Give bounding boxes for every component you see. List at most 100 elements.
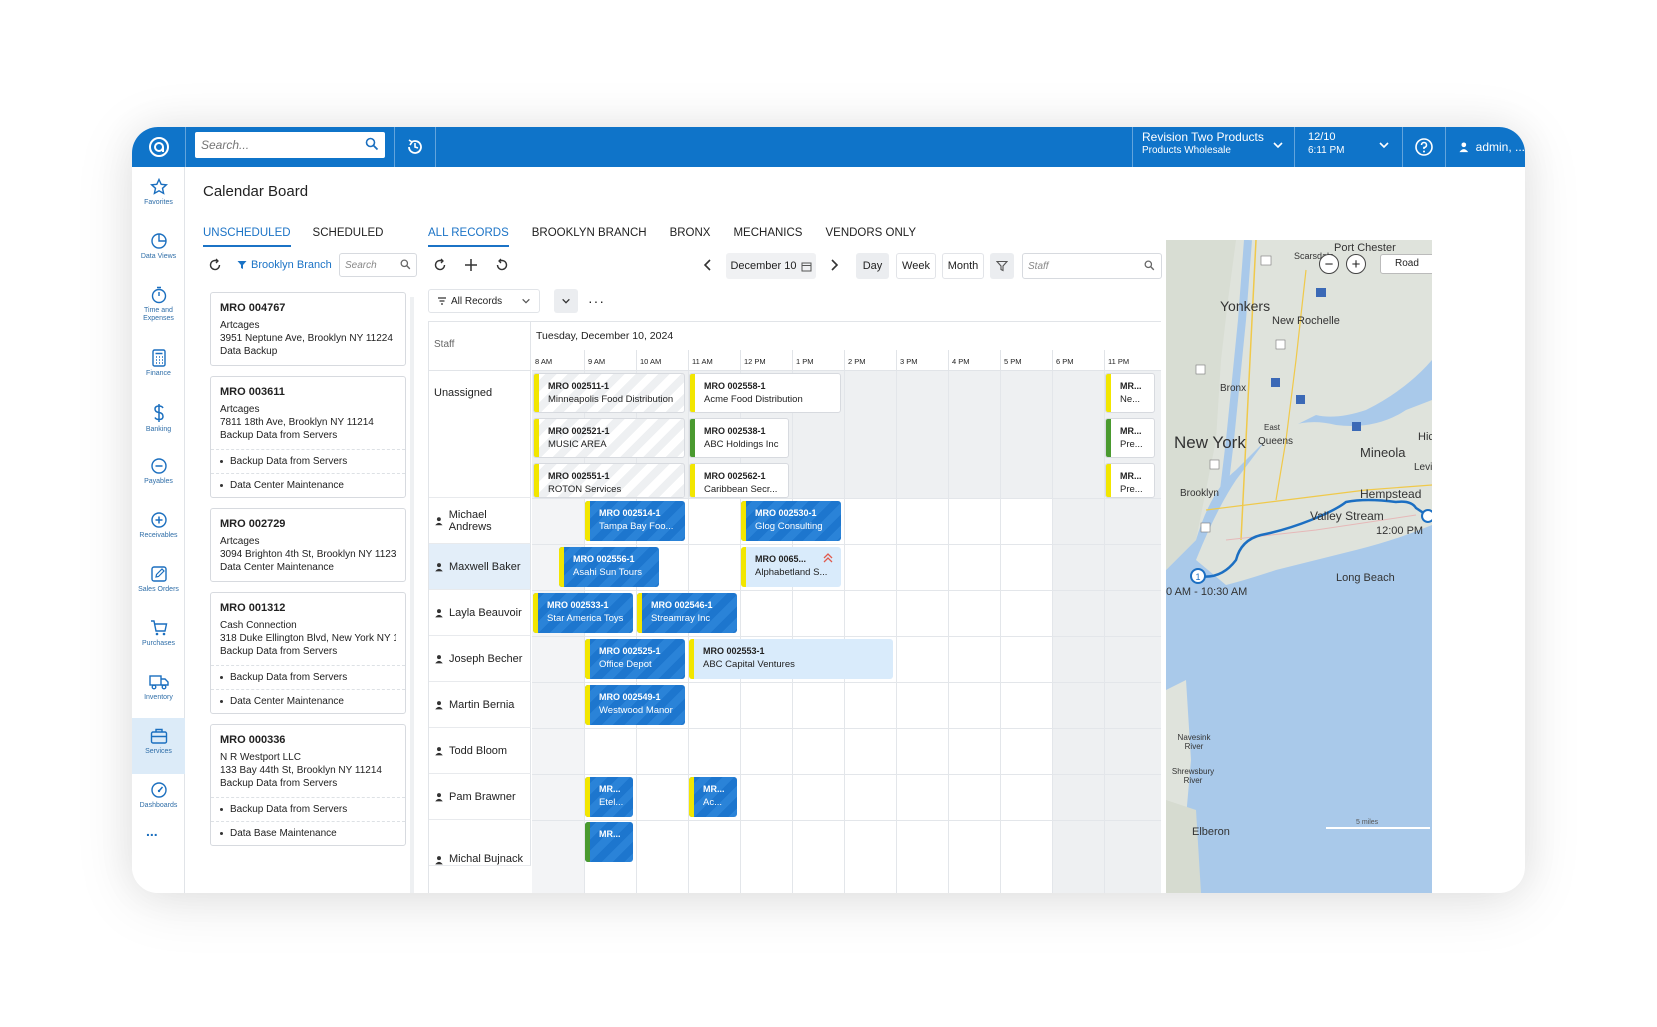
appointment-card[interactable]: MR... Pre... (1105, 418, 1155, 458)
appointment-card[interactable]: MRO 002551-1 ROTON Services (533, 463, 685, 498)
expand-button[interactable] (554, 289, 578, 313)
nav-more-button[interactable]: ... (146, 823, 158, 839)
appointment-item[interactable]: Data Base Maintenance (211, 821, 405, 845)
view-week-button[interactable]: Week (896, 253, 936, 279)
nav-services[interactable]: Services (132, 718, 185, 774)
appointment-item[interactable]: Data Center Maintenance (211, 689, 405, 713)
user-menu[interactable]: admin, ... (1448, 127, 1525, 167)
appointment-card[interactable]: MRO 002533-1 Star America Toys (533, 593, 633, 633)
appointment-card[interactable]: MRO 002558-1 Acme Food Distribution (689, 373, 841, 413)
nav-payables[interactable]: Payables (132, 448, 185, 504)
refresh-icon[interactable] (208, 258, 222, 272)
history-button[interactable] (395, 127, 435, 167)
map-panel[interactable]: 1 Port Chester Scarsdale − + Road Yonker… (1166, 240, 1432, 893)
reset-icon[interactable] (495, 258, 509, 272)
appointment-card[interactable]: MRO 002546-1 Streamray Inc (637, 593, 737, 633)
date-picker[interactable]: December 10 (726, 253, 816, 279)
unscheduled-card[interactable]: MRO 000336 N R Westport LLC 133 Bay 44th… (210, 724, 406, 846)
nav-finance[interactable]: Finance (132, 340, 185, 396)
appointment-card[interactable]: MRO 002562-1 Caribbean Secr... (689, 463, 789, 498)
appointment-card[interactable]: MRO 002521-1 MUSIC AREA (533, 418, 685, 458)
appointment-card[interactable]: MRO 002538-1 ABC Holdings Inc (689, 418, 789, 458)
unscheduled-card[interactable]: MRO 001312 Cash Connection 318 Duke Elli… (210, 592, 406, 714)
appointment-item[interactable]: Backup Data from Servers (211, 797, 405, 821)
nav-label: Data Views (140, 253, 177, 260)
row-staff[interactable]: Todd Bloom (429, 728, 531, 774)
left-scrollbar[interactable] (410, 297, 414, 893)
branch-filter[interactable]: Brooklyn Branch (237, 259, 332, 271)
unscheduled-search[interactable]: Search (339, 253, 417, 277)
staff-filter-button[interactable] (990, 253, 1014, 279)
tab-unscheduled[interactable]: UNSCHEDULED (203, 227, 291, 247)
nav-inventory[interactable]: Inventory (132, 664, 185, 720)
more-options-button[interactable]: ··· (588, 293, 605, 309)
tab-mechanics[interactable]: MECHANICS (733, 227, 802, 247)
help-icon (1415, 138, 1433, 156)
appointment-card[interactable]: MRO 002511-1 Minneapolis Food Distributio… (533, 373, 685, 413)
staff-search[interactable]: Staff (1022, 253, 1162, 279)
view-month-button[interactable]: Month (942, 253, 984, 279)
appointment-card[interactable]: MR... (585, 822, 633, 862)
nav-dashboards[interactable]: Dashboards (132, 772, 185, 828)
global-search-input[interactable] (195, 132, 355, 158)
tab-all-records[interactable]: ALL RECORDS (428, 227, 509, 247)
hour-label: 5 PM (1000, 350, 1052, 371)
nav-sales-orders[interactable]: Sales Orders (132, 556, 185, 612)
unscheduled-card[interactable]: MRO 003611 Artcages 7811 18th Ave, Brook… (210, 376, 406, 498)
global-search[interactable] (195, 132, 385, 158)
tab-vendors-only[interactable]: VENDORS ONLY (825, 227, 916, 247)
search-icon[interactable] (365, 137, 379, 151)
records-filter-select[interactable]: All Records (428, 289, 540, 313)
appointment-card[interactable]: MRO 002549-1 Westwood Manor (585, 685, 685, 725)
row-staff[interactable]: Michal Bujnack (429, 820, 531, 866)
appointment-card[interactable]: MRO 002530-1 Glog Consulting (741, 501, 841, 541)
zoom-in-button[interactable]: + (1346, 254, 1366, 274)
row-staff[interactable]: Pam Brawner (429, 774, 531, 820)
refresh-icon[interactable] (433, 258, 447, 272)
app-logo[interactable] (132, 127, 185, 167)
unscheduled-card[interactable]: MRO 002729 Artcages 3094 Brighton 4th St… (210, 508, 406, 582)
row-staff[interactable]: Maxwell Baker (429, 544, 531, 590)
row-unassigned[interactable]: Unassigned (429, 371, 531, 498)
appointment-item[interactable]: Backup Data from Servers (211, 449, 405, 473)
appointment-customer: ABC Capital Ventures (703, 659, 795, 670)
row-staff[interactable]: Layla Beauvoir (429, 590, 531, 636)
unscheduled-card[interactable]: MRO 004767 Artcages 3951 Neptune Ave, Br… (210, 292, 406, 366)
appointment-card[interactable]: MR... Etel... (585, 777, 633, 817)
tenant-selector[interactable]: Revision Two Products Products Wholesale (1142, 130, 1292, 164)
tab-brooklyn-branch[interactable]: BROOKLYN BRANCH (532, 227, 647, 247)
appointment-card[interactable]: MRO 0065... Alphabetland S... (741, 547, 841, 587)
appointment-item[interactable]: Backup Data from Servers (211, 665, 405, 689)
map-style-select[interactable]: Road (1380, 254, 1432, 274)
nav-receivables[interactable]: Receivables (132, 502, 185, 558)
appointment-card[interactable]: MRO 002553-1 ABC Capital Ventures (689, 639, 893, 679)
nav-time-expenses[interactable]: Time and Expenses (132, 277, 185, 333)
tab-bronx[interactable]: BRONX (670, 227, 711, 247)
help-button[interactable] (1404, 127, 1444, 167)
appointment-card[interactable]: MRO 002514-1 Tampa Bay Foo... (585, 501, 685, 541)
row-staff[interactable]: Joseph Becher (429, 636, 531, 682)
add-icon[interactable] (464, 258, 478, 272)
business-date-selector[interactable]: 12/10 6:11 PM (1300, 130, 1400, 164)
appointment-item[interactable]: Data Center Maintenance (211, 473, 405, 497)
row-staff[interactable]: Michael Andrews (429, 498, 531, 544)
nav-favorites[interactable]: Favorites (132, 169, 185, 225)
appointment-card[interactable]: MR... Ne... (1105, 373, 1155, 413)
appointment-card[interactable]: MRO 002556-1 Asahi Sun Tours (559, 547, 659, 587)
appointment-card[interactable]: MR... Pre... (1105, 463, 1155, 498)
appointment-number: MR... (703, 784, 725, 794)
tab-scheduled[interactable]: SCHEDULED (313, 227, 384, 247)
appointment-card[interactable]: MRO 002525-1 Office Depot (585, 639, 685, 679)
nav-banking[interactable]: Banking (132, 394, 185, 450)
appointment-customer: ABC Holdings Inc (704, 439, 779, 450)
user-icon (435, 856, 443, 865)
nav-purchases[interactable]: Purchases (132, 610, 185, 666)
nav-data-views[interactable]: Data Views (132, 223, 185, 279)
chevron-left-icon[interactable] (702, 258, 714, 272)
zoom-out-button[interactable]: − (1319, 254, 1339, 274)
view-day-button[interactable]: Day (856, 253, 889, 279)
chevron-right-icon[interactable] (828, 258, 840, 272)
appointment-card[interactable]: MR... Ac... (689, 777, 737, 817)
row-staff[interactable]: Martin Bernia (429, 682, 531, 728)
route-stop-marker[interactable] (1421, 509, 1432, 523)
